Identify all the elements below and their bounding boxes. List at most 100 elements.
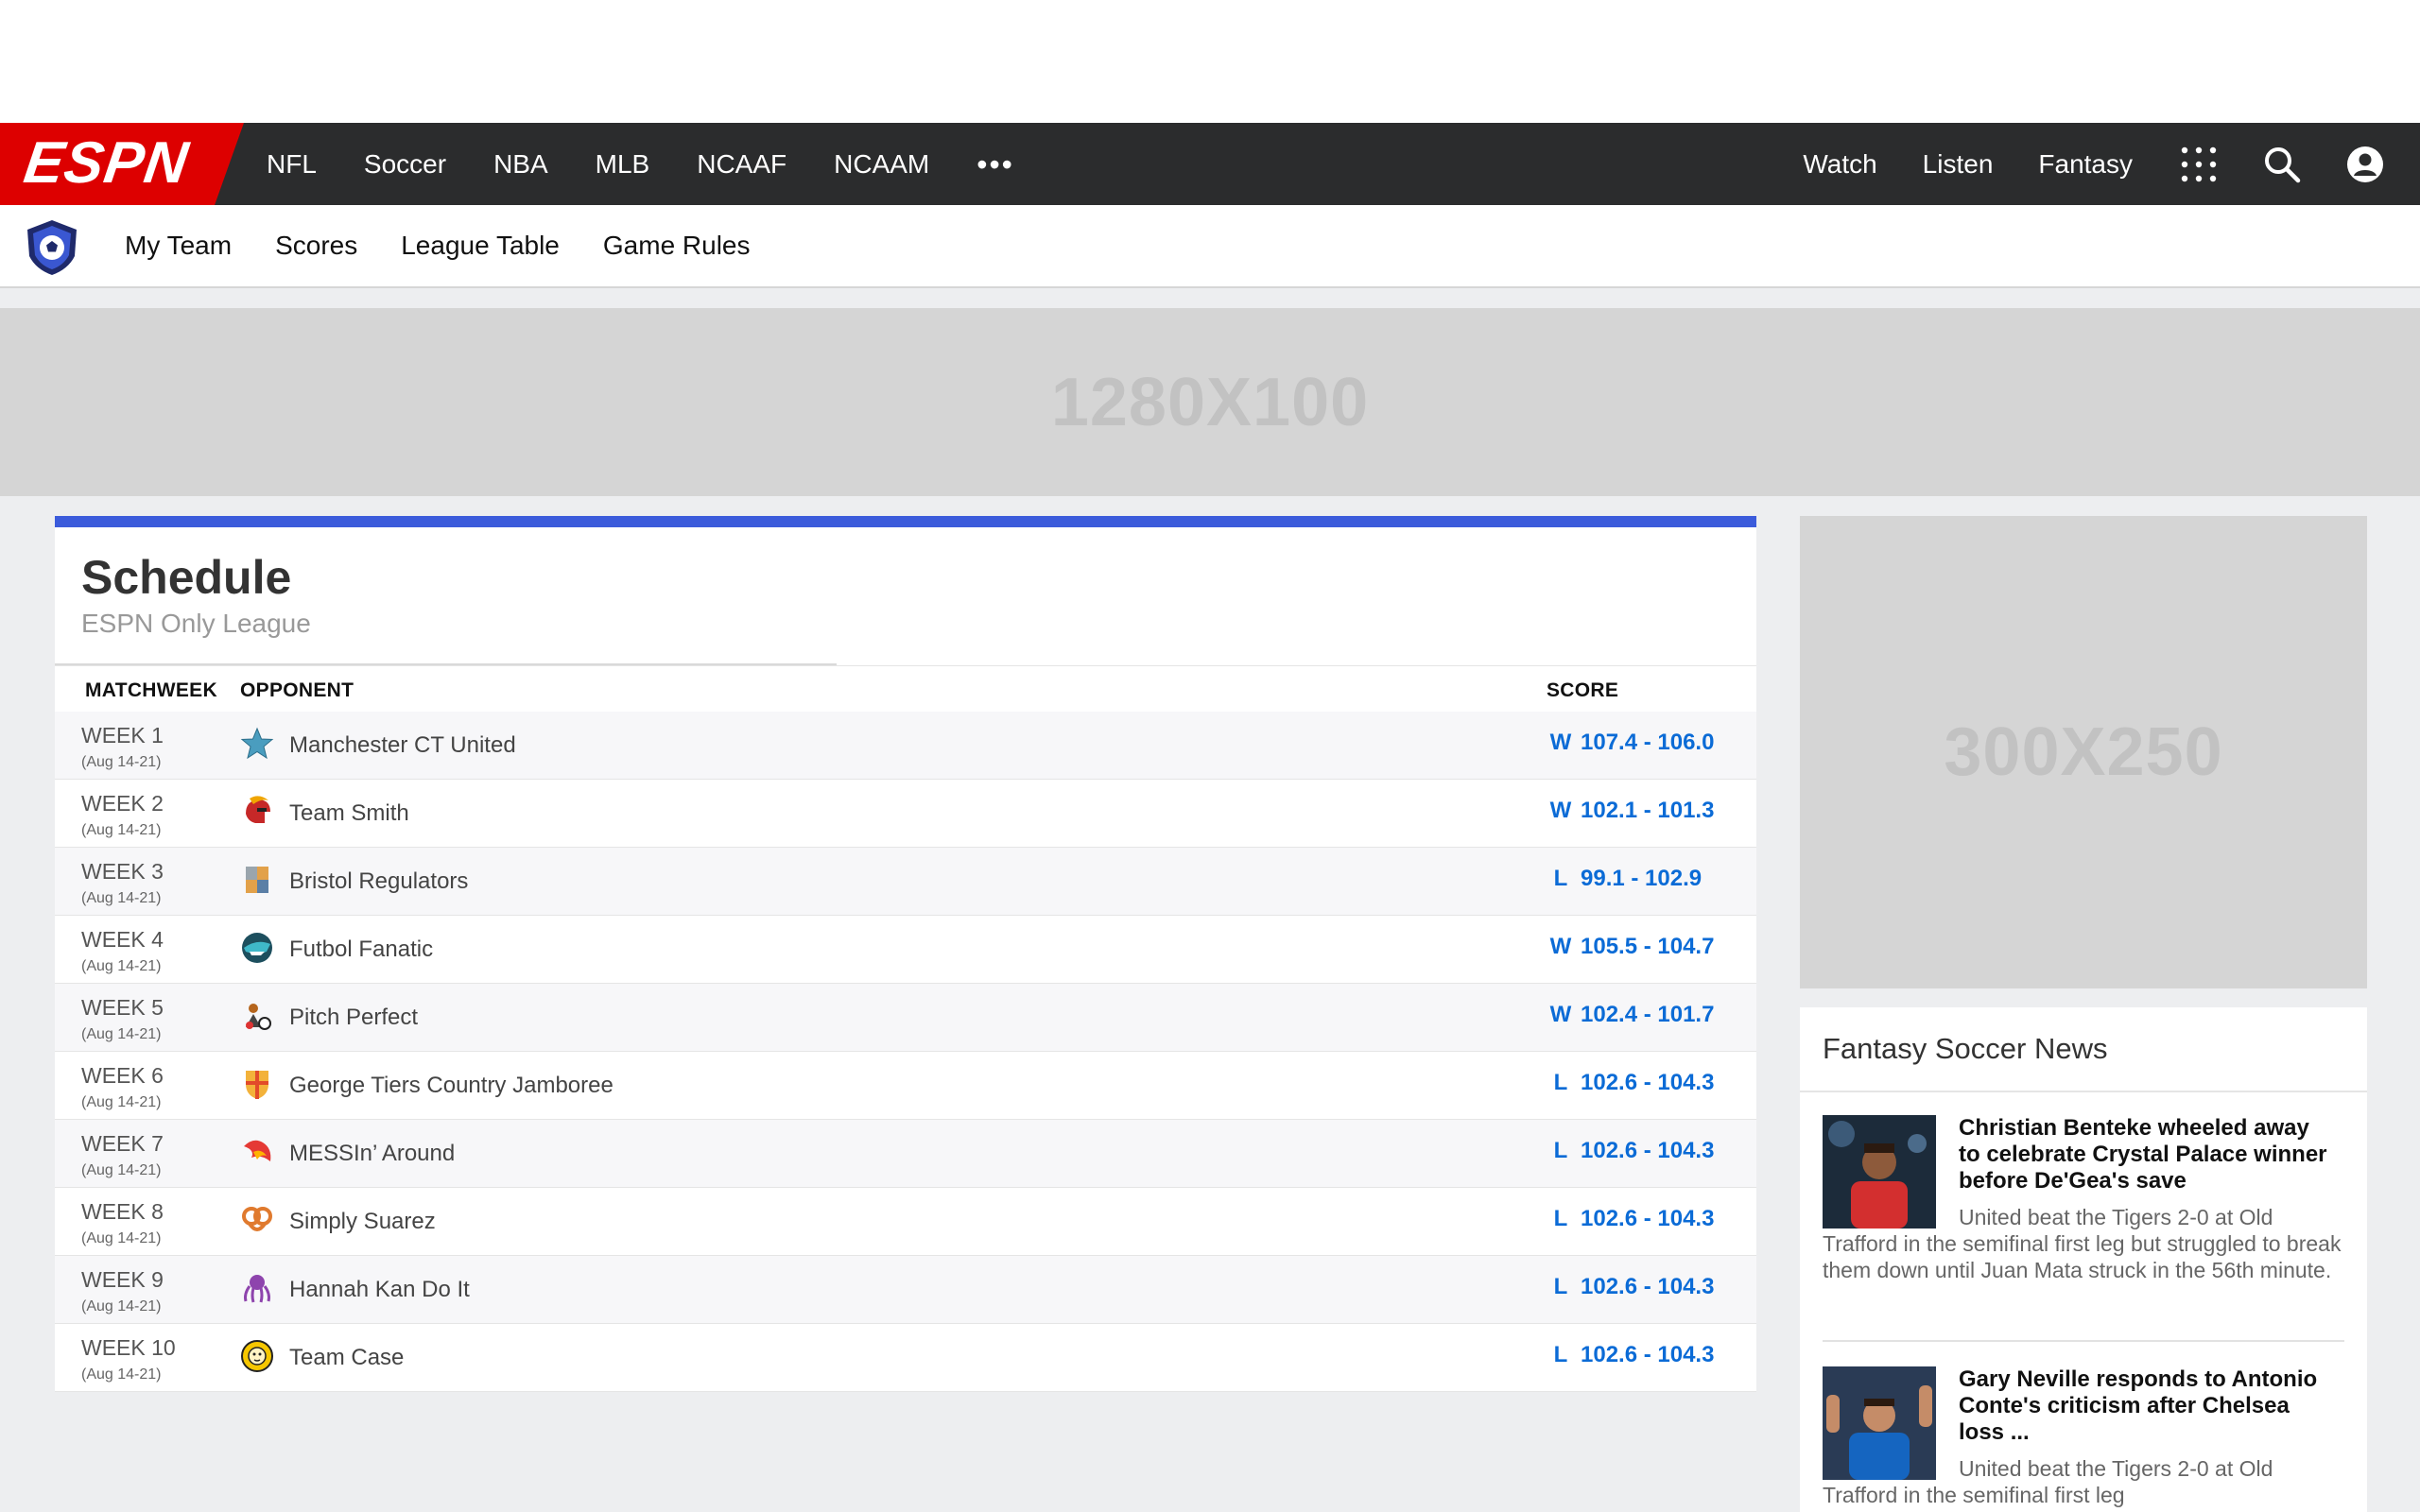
match-result: L bbox=[1553, 1070, 1568, 1095]
nav-item-ncaam[interactable]: NCAAM bbox=[834, 149, 929, 180]
match-result: L bbox=[1553, 866, 1568, 891]
opponent-name[interactable]: Manchester CT United bbox=[289, 732, 516, 759]
nav-item-ncaaf[interactable]: NCAAF bbox=[697, 149, 786, 180]
profile-icon[interactable] bbox=[2344, 144, 2386, 185]
schedule-rows: WEEK 1 (Aug 14-21) Manchester CT United … bbox=[55, 712, 1756, 1392]
logo-text: ESPN bbox=[20, 130, 193, 196]
matchweek-label: WEEK 2 bbox=[81, 791, 164, 816]
fantasy-subnav: My Team Scores League Table Game Rules bbox=[0, 205, 2420, 288]
match-result: L bbox=[1553, 1138, 1568, 1163]
subnav-game-rules[interactable]: Game Rules bbox=[603, 231, 751, 261]
rail-ad[interactable]: 300X250 bbox=[1800, 516, 2367, 988]
match-score[interactable]: 107.4 - 106.0 bbox=[1581, 730, 1714, 756]
nav-item-fantasy[interactable]: Fantasy bbox=[2038, 149, 2133, 180]
matchweek-label: WEEK 5 bbox=[81, 995, 164, 1020]
nav-item-mlb[interactable]: MLB bbox=[596, 149, 650, 180]
table-row[interactable]: WEEK 5 (Aug 14-21) Pitch Perfect W 102.4… bbox=[55, 984, 1756, 1052]
opponent-name[interactable]: Pitch Perfect bbox=[289, 1005, 418, 1031]
match-score[interactable]: 102.6 - 104.3 bbox=[1581, 1342, 1714, 1368]
matchweek-dates: (Aug 14-21) bbox=[81, 754, 162, 770]
matchweek-dates: (Aug 14-21) bbox=[81, 1026, 162, 1042]
nav-item-listen[interactable]: Listen bbox=[1923, 149, 1994, 180]
opponent-name[interactable]: Bristol Regulators bbox=[289, 868, 468, 895]
shield-crest-icon bbox=[240, 1067, 274, 1101]
opponent-name[interactable]: Simply Suarez bbox=[289, 1209, 436, 1235]
opponent-name[interactable]: MESSIn’ Around bbox=[289, 1141, 455, 1167]
matchweek-label: WEEK 9 bbox=[81, 1267, 164, 1292]
match-result: L bbox=[1553, 1342, 1568, 1367]
card-accent-bar bbox=[55, 516, 1756, 527]
story-summary: United beat the Tigers 2-0 at Old Traffo… bbox=[1823, 1456, 2273, 1507]
matchweek-label: WEEK 1 bbox=[81, 723, 164, 747]
match-score[interactable]: 102.6 - 104.3 bbox=[1581, 1274, 1714, 1300]
opponent-name[interactable]: Hannah Kan Do It bbox=[289, 1277, 470, 1303]
matchweek-label: WEEK 6 bbox=[81, 1063, 164, 1088]
league-name: ESPN Only League bbox=[81, 609, 311, 638]
matchweek-dates: (Aug 14-21) bbox=[81, 822, 162, 838]
shark-icon bbox=[240, 931, 274, 965]
table-row[interactable]: WEEK 4 (Aug 14-21) Futbol Fanatic W 105.… bbox=[55, 916, 1756, 984]
table-row[interactable]: WEEK 6 (Aug 14-21) George Tiers Country … bbox=[55, 1052, 1756, 1120]
matchweek-dates: (Aug 14-21) bbox=[81, 958, 162, 974]
nav-item-soccer[interactable]: Soccer bbox=[364, 149, 446, 180]
subnav-items: My Team Scores League Table Game Rules bbox=[125, 205, 794, 286]
table-row[interactable]: WEEK 2 (Aug 14-21) Team Smith W 102.1 - … bbox=[55, 780, 1756, 848]
opponent-name[interactable]: George Tiers Country Jamboree bbox=[289, 1073, 614, 1099]
table-row[interactable]: WEEK 9 (Aug 14-21) Hannah Kan Do It L 10… bbox=[55, 1256, 1756, 1324]
match-score[interactable]: 105.5 - 104.7 bbox=[1581, 934, 1714, 960]
pitch-icon bbox=[240, 999, 274, 1033]
nav-item-watch[interactable]: Watch bbox=[1803, 149, 1876, 180]
subnav-scores[interactable]: Scores bbox=[275, 231, 357, 261]
fantasy-soccer-logo-icon[interactable] bbox=[23, 218, 81, 277]
matchweek-label: WEEK 8 bbox=[81, 1199, 164, 1224]
table-header: MATCHWEEK OPPONENT SCORE bbox=[55, 665, 1756, 713]
opponent-name[interactable]: Team Case bbox=[289, 1345, 404, 1371]
star-icon bbox=[240, 727, 274, 761]
table-row[interactable]: WEEK 7 (Aug 14-21) MESSIn’ Around L 102.… bbox=[55, 1120, 1756, 1188]
column-header-matchweek: MATCHWEEK bbox=[85, 679, 217, 701]
matchweek-dates: (Aug 14-21) bbox=[81, 1094, 162, 1110]
leaderboard-ad[interactable]: 1280X100 bbox=[0, 308, 2420, 496]
top-blank-area bbox=[0, 0, 2420, 123]
news-story[interactable]: Christian Benteke wheeled away to celebr… bbox=[1823, 1115, 2344, 1342]
story-summary: United beat the Tigers 2-0 at Old Traffo… bbox=[1823, 1205, 2342, 1282]
table-row[interactable]: WEEK 1 (Aug 14-21) Manchester CT United … bbox=[55, 712, 1756, 780]
match-score[interactable]: 102.6 - 104.3 bbox=[1581, 1070, 1714, 1096]
schedule-card: Schedule ESPN Only League MATCHWEEK OPPO… bbox=[55, 516, 1756, 1392]
table-row[interactable]: WEEK 8 (Aug 14-21) Simply Suarez L 102.6… bbox=[55, 1188, 1756, 1256]
story-headline[interactable]: Christian Benteke wheeled away to celebr… bbox=[1959, 1115, 2337, 1194]
table-row[interactable]: WEEK 10 (Aug 14-21) Team Case L 102.6 - … bbox=[55, 1324, 1756, 1392]
table-row[interactable]: WEEK 3 (Aug 14-21) Bristol Regulators L … bbox=[55, 848, 1756, 916]
match-result: W bbox=[1549, 730, 1572, 755]
more-icon[interactable]: ••• bbox=[977, 149, 1014, 180]
nav-item-nba[interactable]: NBA bbox=[493, 149, 548, 180]
match-score[interactable]: 102.4 - 101.7 bbox=[1581, 1002, 1714, 1028]
match-score[interactable]: 102.6 - 104.3 bbox=[1581, 1206, 1714, 1232]
matchweek-dates: (Aug 14-21) bbox=[81, 1298, 162, 1314]
checkered-crest-icon bbox=[240, 863, 274, 897]
match-result: W bbox=[1549, 798, 1572, 823]
matchweek-dates: (Aug 14-21) bbox=[81, 890, 162, 906]
match-score[interactable]: 102.6 - 104.3 bbox=[1581, 1138, 1714, 1164]
opponent-name[interactable]: Futbol Fanatic bbox=[289, 936, 433, 963]
news-panel-title: Fantasy Soccer News bbox=[1823, 1032, 2108, 1065]
apps-grid-icon[interactable] bbox=[2178, 144, 2220, 185]
espn-logo[interactable]: ESPN bbox=[0, 123, 244, 205]
search-icon[interactable] bbox=[2261, 144, 2303, 185]
opponent-name[interactable]: Team Smith bbox=[289, 800, 409, 827]
match-result: L bbox=[1553, 1274, 1568, 1299]
match-score[interactable]: 102.1 - 101.3 bbox=[1581, 798, 1714, 824]
fantasy-news-panel: Fantasy Soccer News Christian Benteke wh… bbox=[1800, 1007, 2367, 1512]
subnav-my-team[interactable]: My Team bbox=[125, 231, 232, 261]
leaderboard-ad-label: 1280X100 bbox=[1050, 364, 1370, 440]
page-title: Schedule bbox=[81, 551, 292, 604]
nav-item-nfl[interactable]: NFL bbox=[267, 149, 317, 180]
story-headline[interactable]: Gary Neville responds to Antonio Conte's… bbox=[1959, 1366, 2337, 1446]
news-story[interactable]: Gary Neville responds to Antonio Conte's… bbox=[1823, 1366, 2344, 1512]
global-nav: ESPN NFL Soccer NBA MLB NCAAF NCAAM ••• … bbox=[0, 123, 2420, 205]
match-score[interactable]: 99.1 - 102.9 bbox=[1581, 866, 1702, 892]
nav-utility: Watch Listen Fantasy bbox=[1803, 123, 2420, 205]
column-header-opponent: OPPONENT bbox=[240, 679, 354, 701]
matchweek-label: WEEK 4 bbox=[81, 927, 164, 952]
subnav-league-table[interactable]: League Table bbox=[401, 231, 560, 261]
